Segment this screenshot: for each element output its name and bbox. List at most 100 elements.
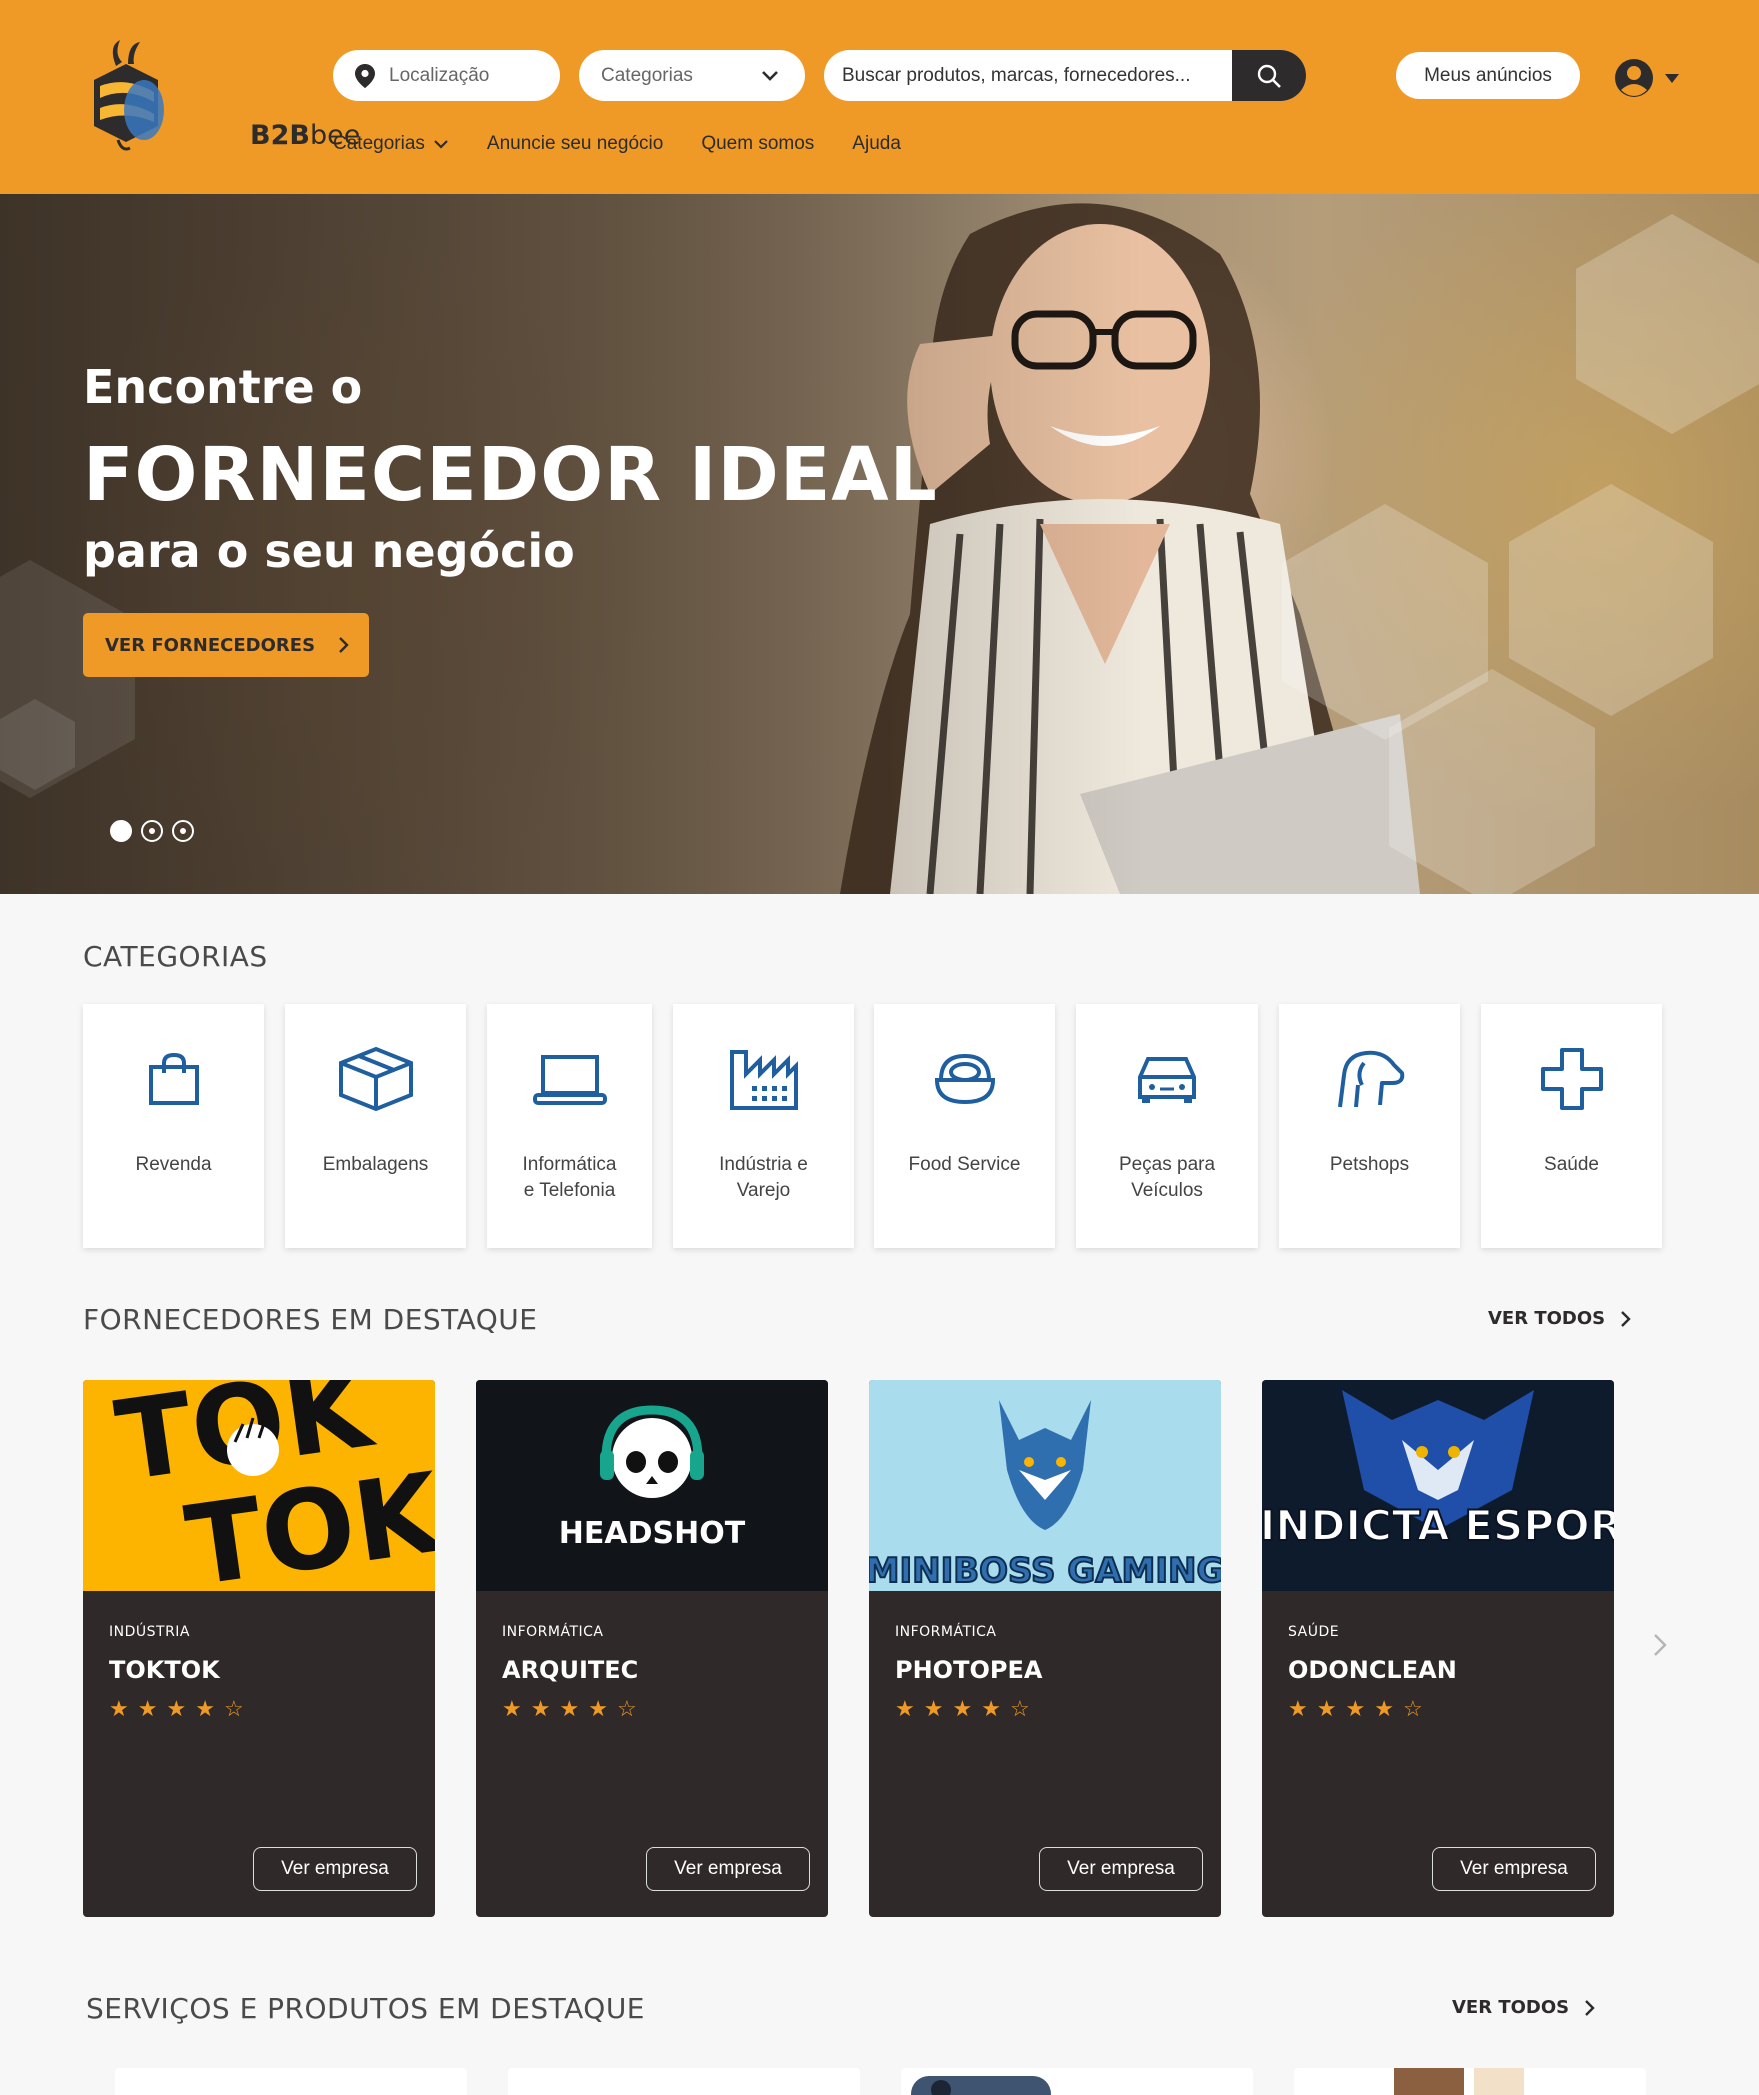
- supplier-category: INDÚSTRIA: [109, 1624, 191, 1640]
- search-icon: [1257, 64, 1281, 88]
- supplier-name: PHOTOPEA: [895, 1656, 1043, 1684]
- supplier-card: VINDICTA ESPORT SAÚDE ODONCLEAN ★ ★ ★ ★ ☆ Ve…: [1262, 1380, 1614, 1917]
- star-filled-icon: ★: [588, 1696, 608, 1721]
- category-label: Embalagens: [322, 1154, 429, 1175]
- search-input[interactable]: [824, 50, 1232, 101]
- category-card-petshops[interactable]: Petshops: [1279, 1004, 1460, 1248]
- category-card-revenda[interactable]: Revenda: [83, 1004, 264, 1248]
- star-outline-icon: ☆: [1009, 1696, 1030, 1721]
- logo-wordmark: HEADSHOT: [559, 1516, 746, 1551]
- star-outline-icon: ☆: [616, 1696, 637, 1721]
- view-suppliers-button[interactable]: VER FORNECEDORES: [83, 613, 369, 677]
- category-card-saude[interactable]: Saúde: [1481, 1004, 1662, 1248]
- category-label: Indústria e Varejo: [719, 1154, 808, 1201]
- nav-advertise[interactable]: Anuncie seu negócio: [487, 133, 663, 155]
- star-filled-icon: ★: [109, 1696, 129, 1721]
- product-card[interactable]: [115, 2068, 467, 2095]
- user-avatar-icon: [1615, 59, 1653, 97]
- hero-heading-line2: FORNECEDOR IDEAL: [83, 432, 938, 518]
- vindicta-logo: VINDICTA ESPORT: [1262, 1390, 1614, 1551]
- supplier-card: HEADSHOT INFORMÁTICA ARQUITEC ★ ★ ★ ★ ☆ Ver …: [476, 1380, 828, 1917]
- supplier-name: ARQUITEC: [502, 1656, 639, 1684]
- view-company-button[interactable]: Ver empresa: [253, 1847, 417, 1891]
- category-label: Revenda: [135, 1154, 212, 1175]
- logo-wordmark: VINDICTA ESPORT: [1262, 1501, 1614, 1550]
- category-card-pecas[interactable]: Peças para Veículos: [1076, 1004, 1258, 1248]
- view-company-button[interactable]: Ver empresa: [646, 1847, 810, 1891]
- category-label: Saúde: [1544, 1154, 1599, 1175]
- star-filled-icon: ★: [137, 1696, 158, 1721]
- search-button[interactable]: [1232, 50, 1306, 101]
- rating-stars: ★ ★ ★ ★ ☆: [895, 1696, 1030, 1722]
- location-pin-icon: [355, 63, 375, 88]
- supplier-card: TOK TOK INDÚSTRIA TOKTOK ★ ★ ★ ★ ☆ Ver empre…: [83, 1380, 435, 1917]
- carousel-dot-3[interactable]: [172, 820, 194, 842]
- headshot-logo: HEADSHOT: [559, 1405, 746, 1551]
- categories-select-label: Categorias: [601, 64, 693, 86]
- shopping-bag-icon: [146, 1044, 202, 1114]
- location-input[interactable]: Localização: [333, 50, 560, 101]
- supplier-logo-image: TOK TOK: [83, 1380, 435, 1591]
- star-filled-icon: ★: [952, 1696, 973, 1721]
- product-card[interactable]: [901, 2068, 1253, 2095]
- carousel-dot-2[interactable]: [141, 820, 163, 842]
- category-label: Petshops: [1329, 1154, 1410, 1175]
- dog-icon: [1334, 1044, 1406, 1114]
- supplier-logo-image: HEADSHOT: [476, 1380, 828, 1591]
- logo-wordmark: MINIBOSS GAMING: [869, 1551, 1221, 1591]
- rating-stars: ★ ★ ★ ★ ☆: [502, 1696, 637, 1722]
- nav-about[interactable]: Quem somos: [701, 133, 814, 155]
- rating-stars: ★ ★ ★ ★ ☆: [109, 1696, 244, 1722]
- star-filled-icon: ★: [1288, 1696, 1308, 1721]
- product-image: [1394, 2068, 1524, 2095]
- nav-help[interactable]: Ajuda: [852, 133, 901, 155]
- featured-products-heading: SERVIÇOS E PRODUTOS EM DESTAQUE: [86, 1992, 645, 2025]
- see-all-products-link[interactable]: VER TODOS: [1452, 1997, 1595, 2018]
- caret-down-icon: [1665, 74, 1679, 83]
- carousel-dot-1[interactable]: [110, 820, 132, 842]
- star-filled-icon: ★: [1374, 1696, 1394, 1721]
- category-card-embalagens[interactable]: Embalagens: [285, 1004, 466, 1248]
- hero-heading-line1: Encontre o: [83, 360, 363, 414]
- star-filled-icon: ★: [895, 1696, 915, 1721]
- my-ads-button[interactable]: Meus anúncios: [1396, 52, 1580, 99]
- search-bar: [824, 50, 1306, 101]
- view-company-button[interactable]: Ver empresa: [1039, 1847, 1203, 1891]
- categories-select[interactable]: Categorias: [579, 50, 805, 101]
- carousel-next-button[interactable]: [1652, 1632, 1668, 1663]
- location-placeholder: Localização: [389, 64, 490, 86]
- logo[interactable]: B2Bbee: [78, 36, 360, 156]
- user-menu[interactable]: [1614, 58, 1680, 98]
- toktok-logo: TOK TOK: [109, 1380, 435, 1591]
- chevron-down-icon: [762, 70, 778, 81]
- featured-suppliers-heading: FORNECEDORES EM DESTAQUE: [83, 1303, 538, 1336]
- category-card-informatica[interactable]: Informática e Telefonia: [487, 1004, 652, 1248]
- star-filled-icon: ★: [1316, 1696, 1337, 1721]
- hero-heading-line3: para o seu negócio: [83, 524, 575, 578]
- star-filled-icon: ★: [166, 1696, 187, 1721]
- star-filled-icon: ★: [559, 1696, 580, 1721]
- see-all-label: VER TODOS: [1452, 1997, 1570, 2018]
- supplier-category: INFORMÁTICA: [895, 1624, 997, 1640]
- chevron-right-icon: [1585, 1999, 1595, 2016]
- category-card-food-service[interactable]: Food Service: [874, 1004, 1055, 1248]
- chevron-down-icon: [434, 140, 448, 149]
- product-card[interactable]: [508, 2068, 860, 2095]
- chevron-right-icon: [1621, 1310, 1631, 1327]
- category-label: Informática e Telefonia: [522, 1154, 617, 1201]
- main-nav: Categorias Anuncie seu negócio Quem somo…: [333, 133, 901, 155]
- see-all-suppliers-link[interactable]: VER TODOS: [1488, 1308, 1631, 1329]
- supplier-logo-image: VINDICTA ESPORT: [1262, 1380, 1614, 1591]
- nav-categories[interactable]: Categorias: [333, 133, 449, 155]
- supplier-name: ODONCLEAN: [1288, 1656, 1457, 1684]
- product-card[interactable]: [1294, 2068, 1646, 2095]
- rating-stars: ★ ★ ★ ★ ☆: [1288, 1696, 1423, 1722]
- laptop-icon: [532, 1044, 607, 1114]
- star-filled-icon: ★: [1345, 1696, 1366, 1721]
- food-bowl-icon: [933, 1044, 997, 1114]
- star-filled-icon: ★: [923, 1696, 944, 1721]
- view-company-button[interactable]: Ver empresa: [1432, 1847, 1596, 1891]
- category-card-industria[interactable]: Indústria e Varejo: [673, 1004, 854, 1248]
- category-label: Food Service: [908, 1154, 1021, 1175]
- star-filled-icon: ★: [195, 1696, 215, 1721]
